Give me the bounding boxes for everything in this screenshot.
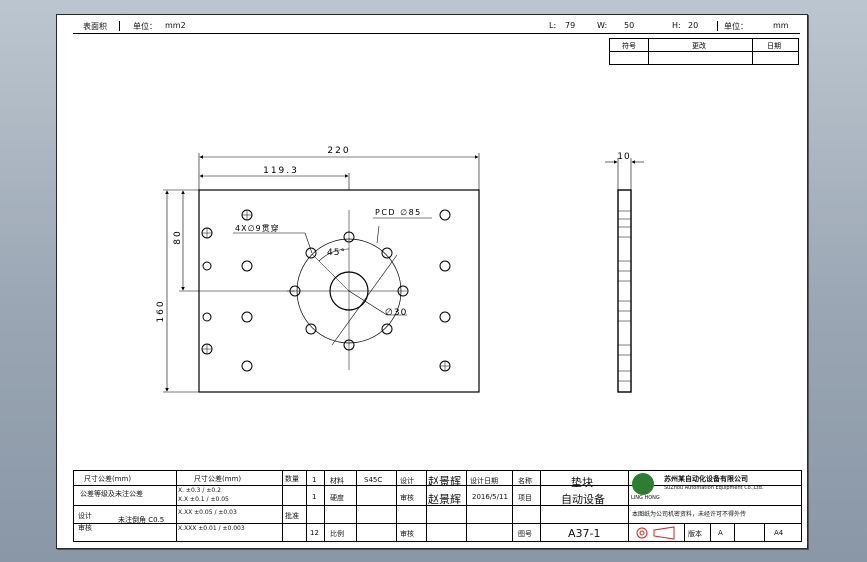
title-block: 尺寸公差(mm) 尺寸公差(mm) 公差等级及未注公差 X. ±0.3 / ±0…: [73, 470, 802, 542]
approve-label: 批准: [285, 512, 299, 520]
design-label: 设计: [78, 512, 92, 520]
side-view: [617, 189, 632, 393]
logo-text: LING HONG: [631, 495, 660, 501]
tol-row: X. ±0.3 / ±0.2: [178, 487, 221, 494]
holes-text: 4X∅9贯穿: [235, 223, 280, 233]
dim-center-y-text: 80: [173, 229, 183, 244]
mounting-holes: [201, 209, 451, 372]
company-name: 苏州某自动化设备有限公司: [664, 475, 748, 483]
material-label: 材料: [330, 477, 344, 485]
part-no-label: 图号: [518, 530, 532, 538]
drawing-sheet: 表面积 单位： mm2 L: 79 W: 50 H: 20 单位： mm 符号 …: [56, 14, 808, 549]
qty-value: 1: [312, 476, 317, 484]
company-logo: [632, 473, 654, 495]
tol-row-label: 公差等级及未注公差: [80, 490, 143, 498]
dim-width-text: 220: [327, 146, 350, 156]
design-date-label: 设计日期: [470, 477, 498, 485]
projection-symbol: [636, 526, 675, 540]
tol-row: X.XXX ±0.01 / ±0.003: [178, 525, 245, 532]
drafter-label: 设计: [400, 477, 414, 485]
project-value: 自动设备: [561, 493, 605, 506]
qty-label: 数量: [285, 475, 299, 483]
name-value: 垫块: [571, 476, 593, 489]
bore-text: ∅30: [385, 308, 407, 318]
qty-value: 12: [310, 529, 319, 537]
company-note: 本图纸为公司机密资料，未经许可不得外传: [632, 511, 747, 518]
general-label: 未注倒角 C0.5: [118, 516, 165, 524]
tol-header-1: 尺寸公差(mm): [84, 475, 132, 483]
tol-row: X.XX ±0.05 / ±0.03: [178, 509, 237, 516]
check-label: 审核: [78, 524, 92, 532]
thickness-text: 10: [617, 152, 630, 162]
drafter-name: 赵景辉: [428, 475, 461, 488]
checker-label: 审核: [400, 494, 414, 502]
part-no-value: A37-1: [568, 527, 601, 540]
bore-leader: [331, 254, 398, 346]
hardness-label: 硬度: [330, 494, 344, 502]
version-label: 版本: [688, 530, 702, 538]
design-date: 2016/5/11: [472, 493, 508, 501]
drawing-canvas: 220 119.3 160 80 45° PCD ∅85 ∅30 4X∅9贯穿: [156, 146, 644, 393]
reviewer-label: 审核: [400, 530, 414, 538]
name-label: 名称: [518, 477, 532, 485]
material-value: S45C: [364, 476, 383, 484]
tol-header-2: 尺寸公差(mm): [194, 475, 242, 483]
dim-center-x-text: 119.3: [263, 166, 299, 176]
angle-text: 45°: [327, 248, 346, 258]
qty-value: 1: [312, 493, 317, 501]
tol-row: X.X ±0.1 / ±0.05: [178, 496, 229, 503]
dim-height-text: 160: [156, 299, 166, 322]
scale-label: 比例: [330, 530, 344, 538]
sheet-size: A4: [774, 529, 784, 537]
pcd-text: PCD ∅85: [375, 208, 422, 217]
checker-name: 赵景辉: [428, 493, 461, 506]
company-en: SuZhou Automation Equipment Co.,Ltd.: [664, 485, 764, 491]
project-label: 项目: [518, 494, 532, 502]
version-value: A: [718, 529, 723, 537]
